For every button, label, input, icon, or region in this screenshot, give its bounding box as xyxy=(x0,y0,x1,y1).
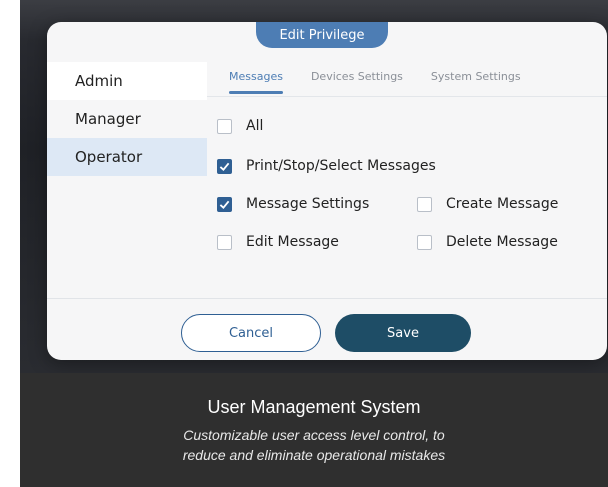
edit-privilege-dialog: Edit Privilege Admin Manager Operator Me… xyxy=(47,22,607,360)
option-label: Create Message xyxy=(446,196,559,212)
tab-divider xyxy=(207,96,607,97)
caption-title: User Management System xyxy=(207,397,421,417)
privilege-tabs: Messages Devices Settings System Setting… xyxy=(207,62,607,94)
option-create-message[interactable]: Create Message xyxy=(417,196,558,212)
dialog-title: Edit Privilege xyxy=(256,22,388,48)
tab-messages[interactable]: Messages xyxy=(229,70,283,94)
check-icon xyxy=(219,200,230,209)
option-label: Message Settings xyxy=(246,196,370,212)
option-edit-message[interactable]: Edit Message xyxy=(217,234,339,250)
role-item-admin[interactable]: Admin xyxy=(47,62,207,100)
caption-subtitle: Customizable user access level control, … xyxy=(20,425,608,465)
option-all[interactable]: All xyxy=(217,118,263,134)
checkbox-print-stop-select[interactable] xyxy=(217,158,232,174)
checkbox-edit-message[interactable] xyxy=(217,234,232,250)
role-list: Admin Manager Operator xyxy=(47,62,207,176)
checkbox-create-message[interactable] xyxy=(417,196,432,212)
option-label: Delete Message xyxy=(446,234,558,250)
option-delete-message[interactable]: Delete Message xyxy=(417,234,558,250)
role-item-manager[interactable]: Manager xyxy=(47,100,207,138)
caption-subtitle-line-2: reduce and eliminate operational mistake… xyxy=(182,447,446,463)
option-label: All xyxy=(246,118,264,134)
option-label: Edit Message xyxy=(246,234,339,250)
caption-panel: User Management System Customizable user… xyxy=(20,373,608,487)
tab-system-settings[interactable]: System Settings xyxy=(431,70,521,87)
footer-divider xyxy=(47,298,607,299)
save-button[interactable]: Save xyxy=(335,314,471,352)
option-label: Print/Stop/Select Messages xyxy=(246,158,436,174)
checkbox-all[interactable] xyxy=(217,118,232,134)
checkbox-message-settings[interactable] xyxy=(217,196,232,212)
check-icon xyxy=(219,162,230,171)
option-print-stop-select[interactable]: Print/Stop/Select Messages xyxy=(217,158,436,174)
cancel-button[interactable]: Cancel xyxy=(181,314,321,352)
option-message-settings[interactable]: Message Settings xyxy=(217,196,369,212)
role-item-operator[interactable]: Operator xyxy=(47,138,207,176)
tab-devices-settings[interactable]: Devices Settings xyxy=(311,70,403,87)
checkbox-delete-message[interactable] xyxy=(417,234,432,250)
caption-subtitle-line-1: Customizable user access level control, … xyxy=(183,427,445,443)
